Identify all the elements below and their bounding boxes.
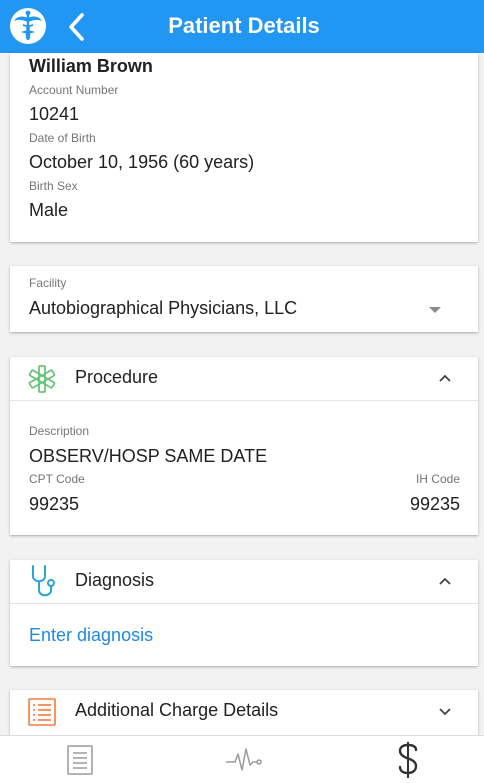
- medical-asterisk-icon: [28, 365, 56, 393]
- description-value: OBSERV/HOSP SAME DATE: [29, 446, 268, 466]
- vitals-icon: [226, 748, 262, 771]
- enter-diagnosis-link[interactable]: Enter diagnosis: [29, 625, 153, 646]
- diagnosis-header[interactable]: Diagnosis: [10, 560, 478, 604]
- ih-code-value: 99235: [409, 494, 460, 514]
- birth-sex-label: Birth Sex: [29, 179, 78, 193]
- description-label: Description: [29, 424, 90, 438]
- date-of-birth-value: October 10, 1956 (60 years): [29, 152, 255, 172]
- procedure-header[interactable]: Procedure: [10, 357, 478, 401]
- nav-charges-button[interactable]: [358, 736, 458, 783]
- facility-card: Facility Autobiographical Physicians, LL…: [10, 266, 478, 332]
- additional-charge-title: Additional Charge Details: [75, 700, 279, 720]
- account-number-value: 10241: [29, 104, 80, 124]
- nav-vitals-button[interactable]: [194, 736, 294, 783]
- diagnosis-title: Diagnosis: [75, 570, 155, 590]
- additional-charge-header[interactable]: Additional Charge Details: [10, 690, 478, 734]
- facility-value: Autobiographical Physicians, LLC: [29, 298, 298, 318]
- page-title: Patient Details: [168, 13, 320, 38]
- patient-card: William Brown Account Number 10241 Date …: [10, 53, 478, 242]
- diagnosis-card: Diagnosis Enter diagnosis: [10, 560, 478, 666]
- cpt-code-label: CPT Code: [29, 472, 85, 486]
- chevron-down-icon: [439, 708, 451, 716]
- dropdown-arrow-icon: [429, 307, 441, 313]
- document-icon: [67, 745, 93, 775]
- app-bar: Patient Details: [0, 0, 484, 53]
- facility-label: Facility: [29, 276, 67, 290]
- list-icon: [28, 698, 56, 726]
- cpt-code-value: 99235: [29, 494, 80, 514]
- procedure-card: Procedure Description OBSERV/HOSP SAME D…: [10, 357, 478, 535]
- date-of-birth-label: Date of Birth: [29, 131, 96, 145]
- patient-name: William Brown: [29, 56, 153, 76]
- stethoscope-icon: [32, 565, 55, 597]
- chevron-up-icon: [439, 374, 451, 382]
- nav-details-button[interactable]: [30, 736, 130, 783]
- ih-code-label: IH Code: [415, 472, 460, 486]
- chevron-up-icon: [439, 577, 451, 585]
- facility-select[interactable]: Autobiographical Physicians, LLC: [10, 290, 478, 330]
- procedure-title: Procedure: [75, 367, 159, 387]
- dollar-icon: [398, 742, 418, 778]
- account-number-label: Account Number: [29, 83, 119, 97]
- bottom-nav: [0, 735, 484, 783]
- birth-sex-value: Male: [29, 200, 69, 220]
